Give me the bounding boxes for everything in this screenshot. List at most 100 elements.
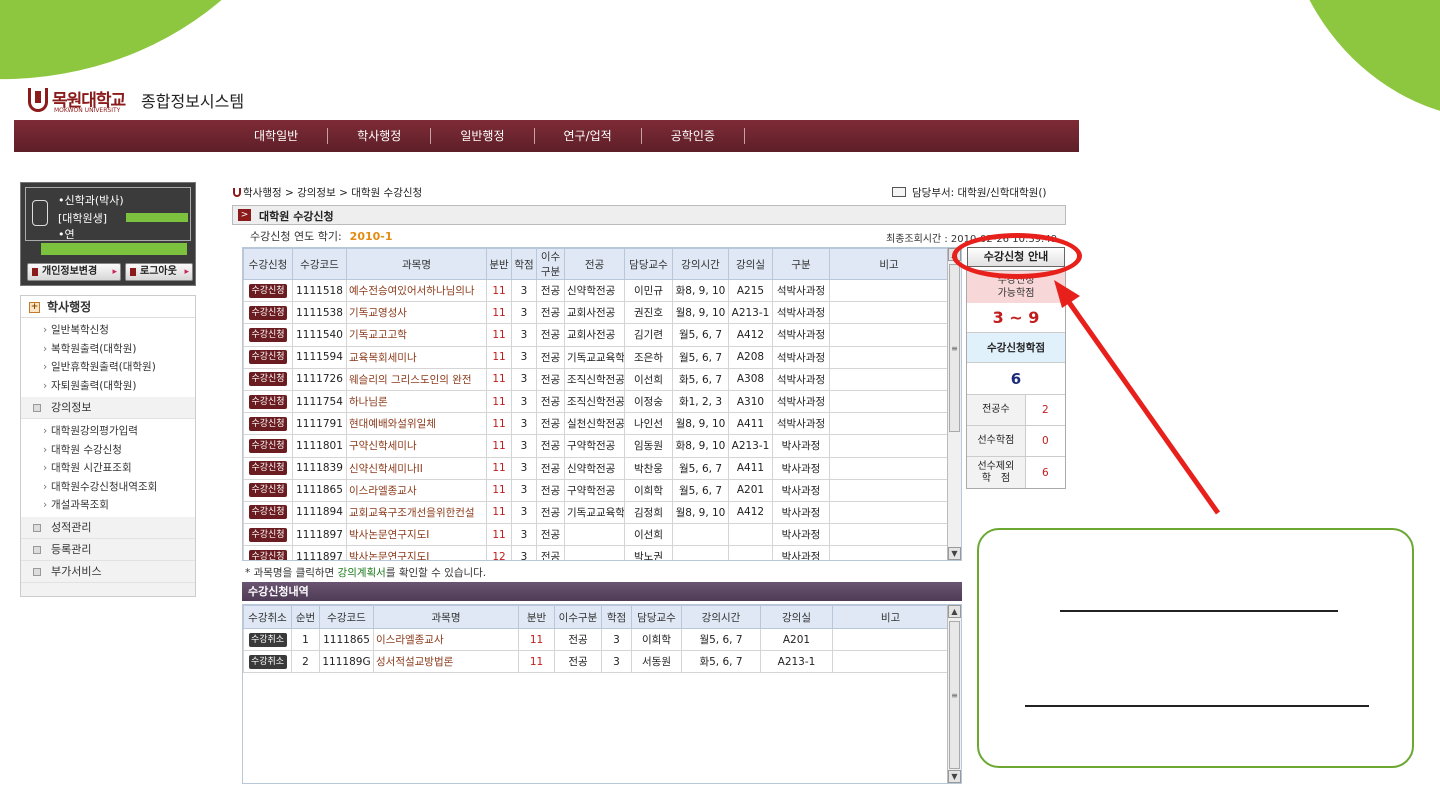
course-title[interactable]: 기독교고고학 bbox=[346, 323, 487, 347]
sidebar-item[interactable]: 대학원수강신청내역조회 bbox=[21, 478, 195, 497]
apply-button[interactable]: 수강신청 bbox=[249, 461, 287, 476]
sidebar-item[interactable]: 대학원 수강신청 bbox=[21, 441, 195, 460]
course-table-container: 수강신청 수강코드 과목명 분반 학점 이수구분 전공 담당교수 강의시간 강의실 구분 비고 수강신… bbox=[242, 247, 962, 561]
course-title[interactable]: 이스라엘종교사 bbox=[346, 478, 487, 502]
column-header: 학점 bbox=[601, 605, 632, 629]
section-square-icon bbox=[33, 404, 41, 412]
apply-button[interactable]: 수강신청 bbox=[249, 327, 287, 342]
sidebar-section[interactable]: 성적관리 bbox=[21, 516, 195, 539]
sidebar-group-2: 대학원강의평가입력대학원 수강신청대학원 시간표조회대학원수강신청내역조회개설과… bbox=[21, 419, 195, 517]
course-title[interactable]: 웨슬리의 그리스도인의 완전 bbox=[346, 367, 487, 391]
sidebar-item[interactable]: 복학원출력(대학원) bbox=[21, 340, 195, 359]
course-title[interactable]: 하나님론 bbox=[346, 389, 487, 414]
major: 신약학전공 bbox=[564, 278, 625, 303]
apply-button[interactable]: 수강신청 bbox=[249, 305, 287, 320]
edit-profile-button[interactable]: 개인정보변경 bbox=[27, 263, 121, 281]
course-code: 1111594 bbox=[292, 345, 347, 369]
apply-button[interactable]: 수강신청 bbox=[249, 505, 287, 520]
table-row: 수강신청 1111839 신약신학세미나II 11 3 전공 신약학전공 박찬웅 월5, 6, … bbox=[243, 456, 949, 480]
course-title[interactable]: 구약신학세미나 bbox=[346, 434, 487, 458]
table-row: 수강신청 1111538 기독교영성사 11 3 전공 교회사전공 권진호 월8, 9, 10 A… bbox=[243, 301, 949, 325]
column-header: 수강취소 bbox=[243, 605, 292, 629]
course-title[interactable]: 성서적설교방법론 bbox=[373, 650, 519, 674]
course-title[interactable]: 박사논문연구지도I bbox=[346, 545, 487, 560]
scroll-down-icon[interactable]: ▼ bbox=[948, 770, 961, 783]
sidebar-section[interactable]: 등록관리 bbox=[21, 538, 195, 561]
section: 11 bbox=[486, 278, 512, 303]
program: 박사과정 bbox=[772, 523, 830, 547]
cancel-button[interactable]: 수강취소 bbox=[248, 654, 287, 669]
scroll-thumb[interactable]: ≡ bbox=[949, 264, 960, 432]
apply-button[interactable]: 수강신청 bbox=[249, 438, 287, 453]
apply-cell: 수강신청 bbox=[243, 523, 293, 547]
course-table: 수강신청 수강코드 과목명 분반 학점 이수구분 전공 담당교수 강의시간 강의실 구분 비고 수강신… bbox=[243, 248, 949, 560]
classroom: A208 bbox=[728, 345, 773, 369]
course-table-scrollbar[interactable]: ▲ ≡ ▼ bbox=[947, 248, 961, 560]
registered-table-scrollbar[interactable]: ▲ ≡ ▼ bbox=[947, 605, 961, 783]
excl-label: 선수제외 학 점 bbox=[967, 457, 1026, 488]
course-code: 1111801 bbox=[292, 434, 347, 458]
section: 12 bbox=[486, 545, 512, 560]
program: 박사과정 bbox=[772, 456, 830, 480]
sidebar-item[interactable]: 대학원 시간표조회 bbox=[21, 459, 195, 478]
course-title[interactable]: 이스라엘종교사 bbox=[373, 627, 519, 652]
sidebar-item[interactable]: 일반복학신청 bbox=[21, 321, 195, 340]
major: 조직신학전공 bbox=[564, 367, 625, 391]
apply-button[interactable]: 수강신청 bbox=[249, 483, 287, 498]
course-title[interactable]: 예수전승여있어서하나님의나 bbox=[346, 278, 487, 303]
sidebar-item[interactable]: 자퇴원출력(대학원) bbox=[21, 377, 195, 396]
remarks bbox=[829, 367, 949, 391]
nav-item[interactable]: 공학인증 bbox=[640, 128, 745, 144]
professor: 이정숭 bbox=[624, 389, 673, 414]
scroll-thumb[interactable]: ≡ bbox=[949, 621, 960, 769]
nav-item[interactable]: 대학일반 bbox=[236, 128, 327, 144]
course-title[interactable]: 박사논문연구지도I bbox=[346, 523, 487, 547]
course-title[interactable]: 교육목회세미나 bbox=[346, 345, 487, 369]
nav-item[interactable]: 학사행정 bbox=[327, 128, 430, 144]
expand-icon: + bbox=[29, 302, 40, 313]
logout-button[interactable]: 로그아웃 bbox=[125, 263, 193, 281]
row-number: 2 bbox=[291, 650, 320, 674]
sidebar-item[interactable]: 개설과목조회 bbox=[21, 496, 195, 515]
scroll-up-icon[interactable]: ▲ bbox=[948, 605, 961, 618]
sidebar-head[interactable]: + 학사행정 bbox=[21, 296, 195, 318]
sidebar-item[interactable]: 일반휴학원출력(대학원) bbox=[21, 358, 195, 377]
apply-button[interactable]: 수강신청 bbox=[249, 394, 287, 409]
course-title[interactable]: 교회교육구조개선을위한컨설 bbox=[346, 500, 487, 525]
course-type: 전공 bbox=[536, 367, 565, 391]
course-title[interactable]: 현대예배와설위일체 bbox=[346, 412, 487, 436]
professor: 이선희 bbox=[624, 523, 673, 547]
apply-button[interactable]: 수강신청 bbox=[249, 549, 287, 560]
course-code: 1111897 bbox=[292, 545, 347, 560]
course-title[interactable]: 신약신학세미나II bbox=[346, 456, 487, 480]
user-id-redaction bbox=[41, 243, 187, 255]
apply-button[interactable]: 수강신청 bbox=[249, 283, 287, 298]
nav-item[interactable]: 연구/업적 bbox=[533, 128, 641, 144]
apply-button[interactable]: 수강신청 bbox=[249, 416, 287, 431]
table-row: 수강취소 1 1111865 이스라엘종교사 11 전공 3 이희학 월5, 6, 7 A201 bbox=[243, 627, 949, 652]
classroom bbox=[728, 545, 773, 560]
cancel-button[interactable]: 수강취소 bbox=[248, 632, 287, 647]
course-code: 1111865 bbox=[292, 478, 347, 502]
sidebar-section-lecture[interactable]: 강의정보 bbox=[21, 397, 195, 419]
column-header: 학점 bbox=[511, 248, 537, 280]
column-header: 수강코드 bbox=[292, 248, 347, 280]
apply-button[interactable]: 수강신청 bbox=[249, 372, 287, 387]
page-title: 대학원 수강신청 bbox=[259, 210, 334, 223]
university-logo[interactable]: 목원대학교 MOKWON UNIVERSITY 종합정보시스템 bbox=[28, 86, 268, 118]
nav-item[interactable]: 일반행정 bbox=[430, 128, 533, 144]
apply-button[interactable]: 수강신청 bbox=[249, 350, 287, 365]
sidebar-section[interactable]: 부가서비스 bbox=[21, 560, 195, 583]
scroll-down-icon[interactable]: ▼ bbox=[948, 547, 961, 560]
course-type: 전공 bbox=[554, 627, 602, 652]
sidebar-item[interactable]: 대학원강의평가입력 bbox=[21, 422, 195, 441]
section: 11 bbox=[518, 650, 555, 674]
apply-button[interactable]: 수강신청 bbox=[249, 527, 287, 542]
major bbox=[564, 523, 625, 547]
year-semester: 수강신청 연도 학기: 2010-1 bbox=[250, 228, 393, 244]
slide-decoration-right bbox=[1280, 0, 1440, 120]
course-title[interactable]: 기독교영성사 bbox=[346, 301, 487, 325]
course-code: 1111865 bbox=[319, 627, 374, 652]
apply-cell: 수강신청 bbox=[243, 389, 293, 414]
syllabus-link[interactable]: 강의계획서 bbox=[338, 567, 386, 579]
